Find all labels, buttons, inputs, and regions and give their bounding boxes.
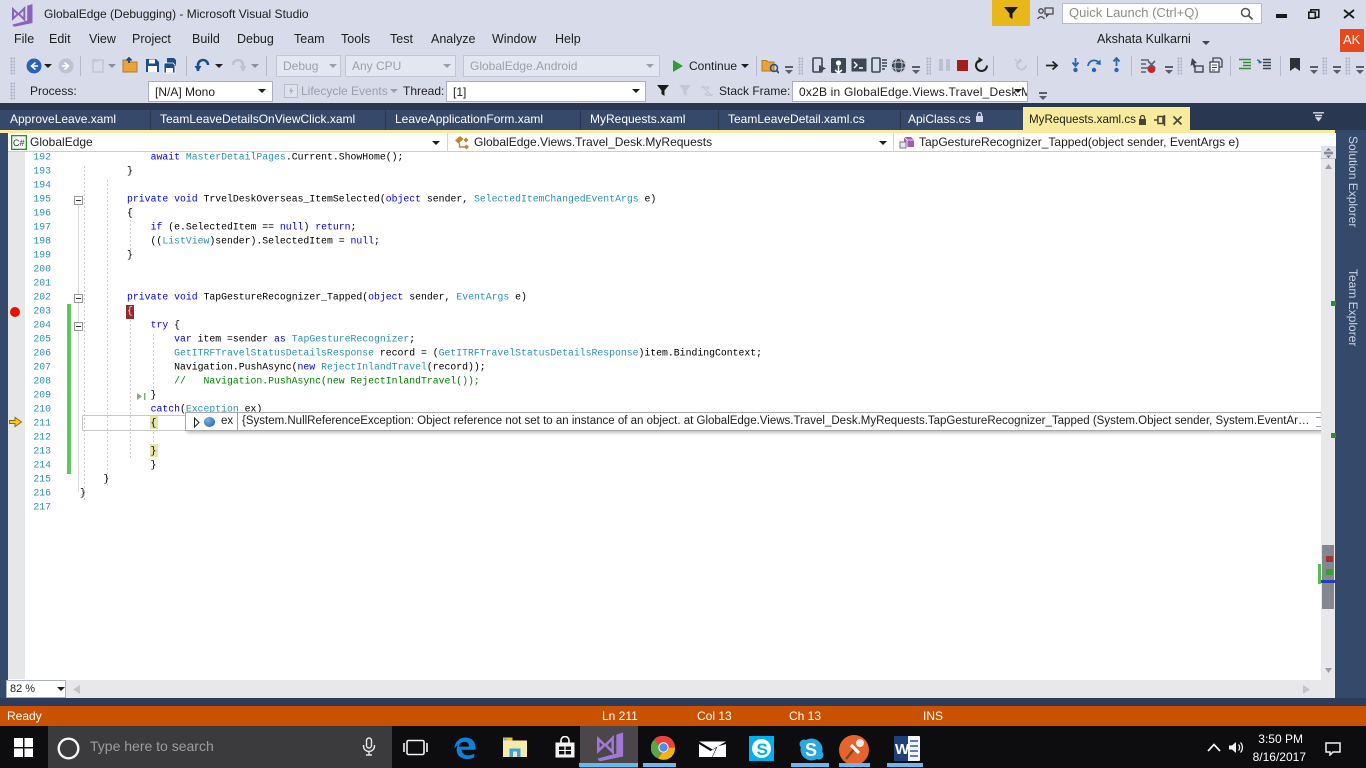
svg-text:W: W <box>895 741 910 758</box>
svg-text:C#: C# <box>13 138 25 148</box>
svg-text:S: S <box>757 740 768 759</box>
svg-text:S: S <box>805 740 817 760</box>
